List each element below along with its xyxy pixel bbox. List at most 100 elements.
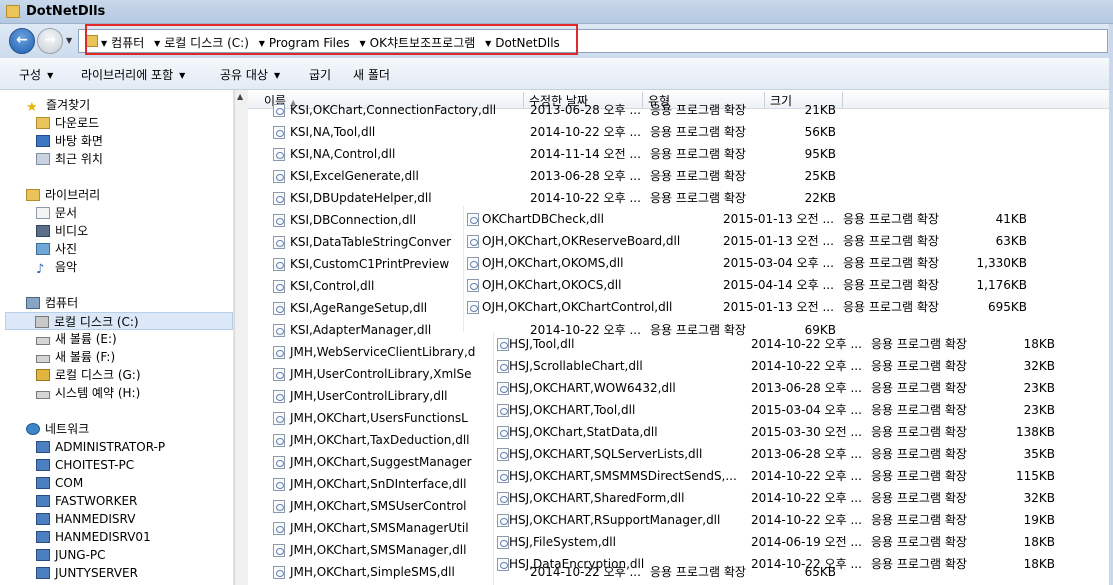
- file-name: KSI,OKChart,ConnectionFactory,dll: [290, 103, 497, 117]
- file-type: 응용 프로그램 확장: [871, 535, 967, 549]
- file-row[interactable]: JMH,OKChart,SMSManager,dll: [270, 539, 870, 561]
- file-name: JMH,OKChart,SnDInterface,dll: [290, 477, 467, 491]
- sidebar-item-volume-e[interactable]: 새 볼륨 (E:): [36, 330, 117, 348]
- file-row[interactable]: KSI,OKChart,ConnectionFactory,dll 2013-06…: [270, 99, 870, 121]
- file-type: 응용 프로그램 확장: [650, 565, 746, 579]
- file-type: 응용 프로그램 확장: [871, 513, 967, 527]
- back-button[interactable]: ←: [9, 28, 35, 54]
- sidebar-item-pictures[interactable]: 사진: [36, 240, 77, 258]
- computer-icon: [36, 441, 50, 453]
- desktop-icon: [36, 135, 50, 147]
- file-row[interactable]: JMH,OKChart,UsersFunctionsL: [270, 407, 870, 429]
- window-frame: [1109, 24, 1113, 585]
- download-folder-icon: [36, 117, 50, 129]
- new-folder-button[interactable]: 새 폴더: [353, 66, 390, 83]
- file-row[interactable]: JMH,WebServiceClientLibrary,d: [270, 341, 870, 363]
- organize-button[interactable]: 구성 ▼: [19, 66, 53, 83]
- sidebar-item-network-pc[interactable]: ADMINISTRATOR-P: [36, 438, 165, 456]
- sidebar-network[interactable]: 네트워크: [26, 420, 89, 438]
- dll-file-icon: [273, 324, 285, 337]
- file-row[interactable]: KSI,DBUpdateHelper,dll 2014-10-22 오후 ... 응…: [270, 187, 870, 209]
- drive-icon: [36, 355, 50, 363]
- file-type: 응용 프로그램 확장: [871, 359, 967, 373]
- burn-button[interactable]: 굽기: [309, 66, 331, 83]
- vertical-scrollbar[interactable]: ▲: [234, 90, 248, 585]
- file-type: 응용 프로그램 확장: [871, 337, 967, 351]
- library-icon: [26, 189, 40, 201]
- dll-file-icon: [273, 544, 285, 557]
- file-size: 32KB: [1023, 359, 1055, 373]
- sidebar-item-network-pc[interactable]: JUNTYSERVER: [36, 564, 138, 582]
- file-type: 응용 프로그램 확장: [650, 191, 746, 205]
- file-size: 63KB: [995, 234, 1027, 248]
- document-icon: [36, 207, 50, 219]
- file-name: JMH,OKChart,UsersFunctionsL: [290, 411, 468, 425]
- sidebar-item-network-pc[interactable]: HANMEDISRV: [36, 510, 135, 528]
- sidebar-label: 라이브러리: [45, 188, 101, 202]
- sidebar-libraries[interactable]: 라이브러리: [26, 186, 100, 204]
- share-with-button[interactable]: 공유 대상 ▼: [220, 66, 280, 83]
- file-row[interactable]: KSI,NA,Control,dll 2014-11-14 오전 ... 응용 프로…: [270, 143, 870, 165]
- sidebar-item-system-reserved-h[interactable]: 시스템 예약 (H:): [36, 384, 140, 402]
- dll-file-icon: [273, 500, 285, 513]
- sidebar-item-network-pc[interactable]: JUNG-PC: [36, 546, 106, 564]
- file-row[interactable]: KSI,AgeRangeSetup,dll: [270, 297, 870, 319]
- history-dropdown-icon[interactable]: ▼: [66, 36, 72, 45]
- file-row[interactable]: JMH,OKChart,SimpleSMS,dll 2014-10-22 오후 .…: [270, 561, 870, 583]
- file-row[interactable]: KSI,DBConnection,dll: [270, 209, 870, 231]
- sidebar-label: 즐겨찾기: [46, 98, 91, 112]
- dll-file-icon: [273, 566, 285, 579]
- sidebar-label: 새 볼륨 (F:): [55, 350, 116, 364]
- sidebar-item-volume-f[interactable]: 새 볼륨 (F:): [36, 348, 115, 366]
- file-type: 응용 프로그램 확장: [871, 557, 967, 571]
- sidebar-item-network-pc[interactable]: FASTWORKER: [36, 492, 137, 510]
- file-row[interactable]: KSI,AdapterManager,dll 2014-10-22 오후 ... 응…: [270, 319, 870, 341]
- sidebar-item-downloads[interactable]: 다운로드: [36, 114, 99, 132]
- file-type: 응용 프로그램 확장: [650, 169, 746, 183]
- file-name: JMH,OKChart,SMSUserControl: [290, 499, 467, 513]
- file-row[interactable]: JMH,OKChart,SMSManagerUtil: [270, 517, 870, 539]
- sidebar-item-documents[interactable]: 문서: [36, 204, 77, 222]
- file-row[interactable]: JMH,OKChart,SMSUserControl: [270, 495, 870, 517]
- file-type: 응용 프로그램 확장: [871, 469, 967, 483]
- sidebar-item-network-pc[interactable]: CHOITEST-PC: [36, 456, 134, 474]
- file-name: KSI,AgeRangeSetup,dll: [290, 301, 428, 315]
- new-folder-label: 새 폴더: [353, 68, 390, 82]
- dll-file-icon: [273, 390, 285, 403]
- file-row[interactable]: JMH,OKChart,SnDInterface,dll: [270, 473, 870, 495]
- computer-icon: [26, 297, 40, 309]
- file-row[interactable]: JMH,OKChart,TaxDeduction,dll: [270, 429, 870, 451]
- file-size: 95KB: [804, 147, 836, 161]
- sidebar-item-local-disk-c[interactable]: 로컬 디스크 (C:): [5, 312, 233, 330]
- file-row[interactable]: KSI,NA,Tool,dll 2014-10-22 오후 ... 응용 프로그램 …: [270, 121, 870, 143]
- sidebar-computer[interactable]: 컴퓨터: [26, 294, 78, 312]
- sidebar-label: JUNG-PC: [55, 548, 106, 562]
- drive-icon: [36, 391, 50, 399]
- file-size: 695KB: [987, 300, 1027, 314]
- sidebar-item-music[interactable]: ♪ 음악: [36, 258, 77, 277]
- sidebar-item-videos[interactable]: 비디오: [36, 222, 88, 240]
- sidebar-item-network-pc[interactable]: HANMEDISRV01: [36, 528, 151, 546]
- file-row[interactable]: KSI,DataTableStringConver: [270, 231, 870, 253]
- sidebar-item-network-pc[interactable]: COM: [36, 474, 83, 492]
- file-name: JMH,UserControlLibrary,dll: [290, 389, 448, 403]
- include-library-button[interactable]: 라이브러리에 포함 ▼: [81, 66, 185, 83]
- file-row[interactable]: JMH,UserControlLibrary,XmlSe: [270, 363, 870, 385]
- sidebar-favorites[interactable]: ★ 즐겨찾기: [26, 96, 91, 115]
- file-row[interactable]: KSI,ExcelGenerate,dll 2013-06-28 오후 ... 응용…: [270, 165, 870, 187]
- sidebar-item-local-disk-g[interactable]: 로컬 디스크 (G:): [36, 366, 141, 384]
- file-row[interactable]: KSI,Control,dll: [270, 275, 870, 297]
- forward-button[interactable]: →: [37, 28, 63, 54]
- scroll-up-icon[interactable]: ▲: [237, 92, 243, 101]
- file-size: 115KB: [1015, 469, 1055, 483]
- sidebar-item-recent[interactable]: 최근 위치: [36, 150, 103, 168]
- file-row[interactable]: JMH,OKChart,SuggestManager: [270, 451, 870, 473]
- file-row[interactable]: KSI,CustomC1PrintPreview: [270, 253, 870, 275]
- navigation-pane: ★ 즐겨찾기 다운로드 바탕 화면 최근 위치 라이브러리 문서 비디오 사진 ♪…: [0, 90, 234, 585]
- video-icon: [36, 225, 50, 237]
- sidebar-label: CHOITEST-PC: [55, 458, 135, 472]
- dll-file-icon: [273, 148, 285, 161]
- sidebar-item-desktop[interactable]: 바탕 화면: [36, 132, 103, 150]
- file-size: 32KB: [1023, 491, 1055, 505]
- file-row[interactable]: JMH,UserControlLibrary,dll: [270, 385, 870, 407]
